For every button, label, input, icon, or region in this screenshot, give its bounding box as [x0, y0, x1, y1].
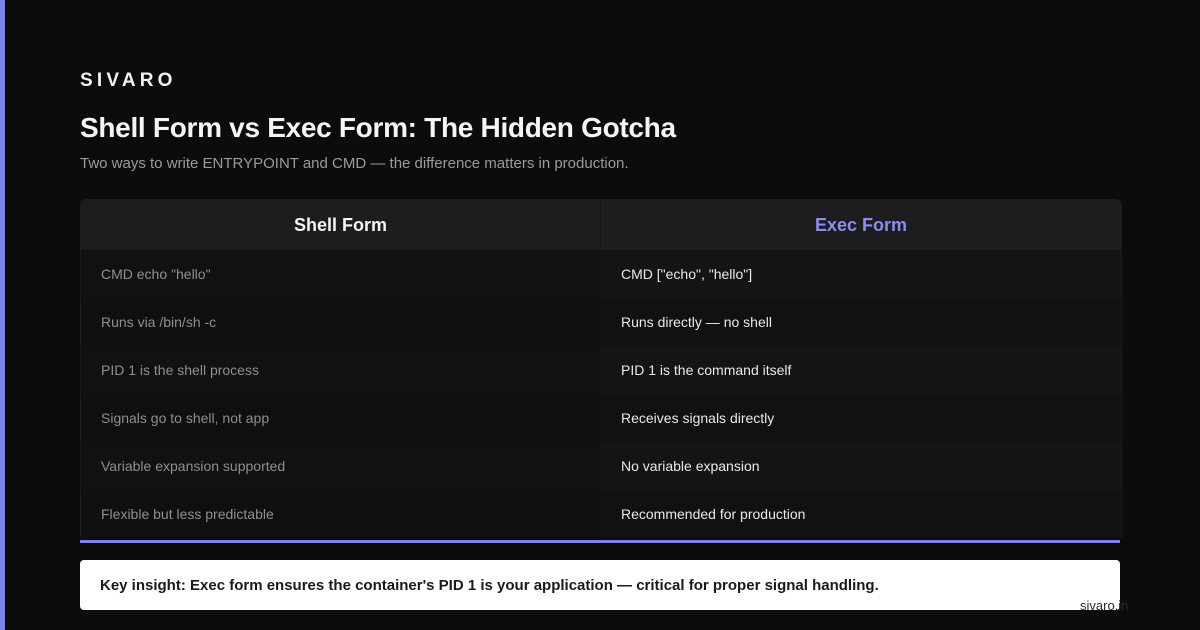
table-row: PID 1 is the shell process PID 1 is the …	[81, 346, 1121, 394]
key-insight-callout: Key insight: Exec form ensures the conta…	[80, 560, 1120, 610]
table-accent-underline	[80, 540, 1120, 543]
shell-form-cell: Flexible but less predictable	[81, 490, 601, 538]
page-subtitle: Two ways to write ENTRYPOINT and CMD — t…	[80, 155, 629, 172]
exec-form-cell: CMD ["echo", "hello"]	[601, 250, 1121, 298]
exec-form-cell: No variable expansion	[601, 442, 1121, 490]
table-row: Flexible but less predictable Recommende…	[81, 490, 1121, 538]
table-row: Variable expansion supported No variable…	[81, 442, 1121, 490]
table-row: Signals go to shell, not app Receives si…	[81, 394, 1121, 442]
exec-form-cell: Runs directly — no shell	[601, 298, 1121, 346]
table-header-row: Shell Form Exec Form	[81, 200, 1121, 250]
shell-form-cell: PID 1 is the shell process	[81, 346, 601, 394]
left-accent-bar	[0, 0, 5, 630]
shell-form-cell: Runs via /bin/sh -c	[81, 298, 601, 346]
exec-form-cell: PID 1 is the command itself	[601, 346, 1121, 394]
comparison-table: Shell Form Exec Form CMD echo "hello" CM…	[80, 199, 1122, 538]
header-shell-form: Shell Form	[81, 200, 601, 250]
brand-logo: SIVARO	[80, 70, 177, 91]
page-title: Shell Form vs Exec Form: The Hidden Gotc…	[80, 112, 676, 143]
site-watermark: sivaro.in	[1080, 598, 1129, 613]
shell-form-cell: Signals go to shell, not app	[81, 394, 601, 442]
table-row: CMD echo "hello" CMD ["echo", "hello"]	[81, 250, 1121, 298]
exec-form-cell: Recommended for production	[601, 490, 1121, 538]
key-insight-text: Key insight: Exec form ensures the conta…	[100, 576, 879, 594]
header-exec-form: Exec Form	[601, 200, 1121, 250]
shell-form-cell: CMD echo "hello"	[81, 250, 601, 298]
shell-form-cell: Variable expansion supported	[81, 442, 601, 490]
table-row: Runs via /bin/sh -c Runs directly — no s…	[81, 298, 1121, 346]
exec-form-cell: Receives signals directly	[601, 394, 1121, 442]
